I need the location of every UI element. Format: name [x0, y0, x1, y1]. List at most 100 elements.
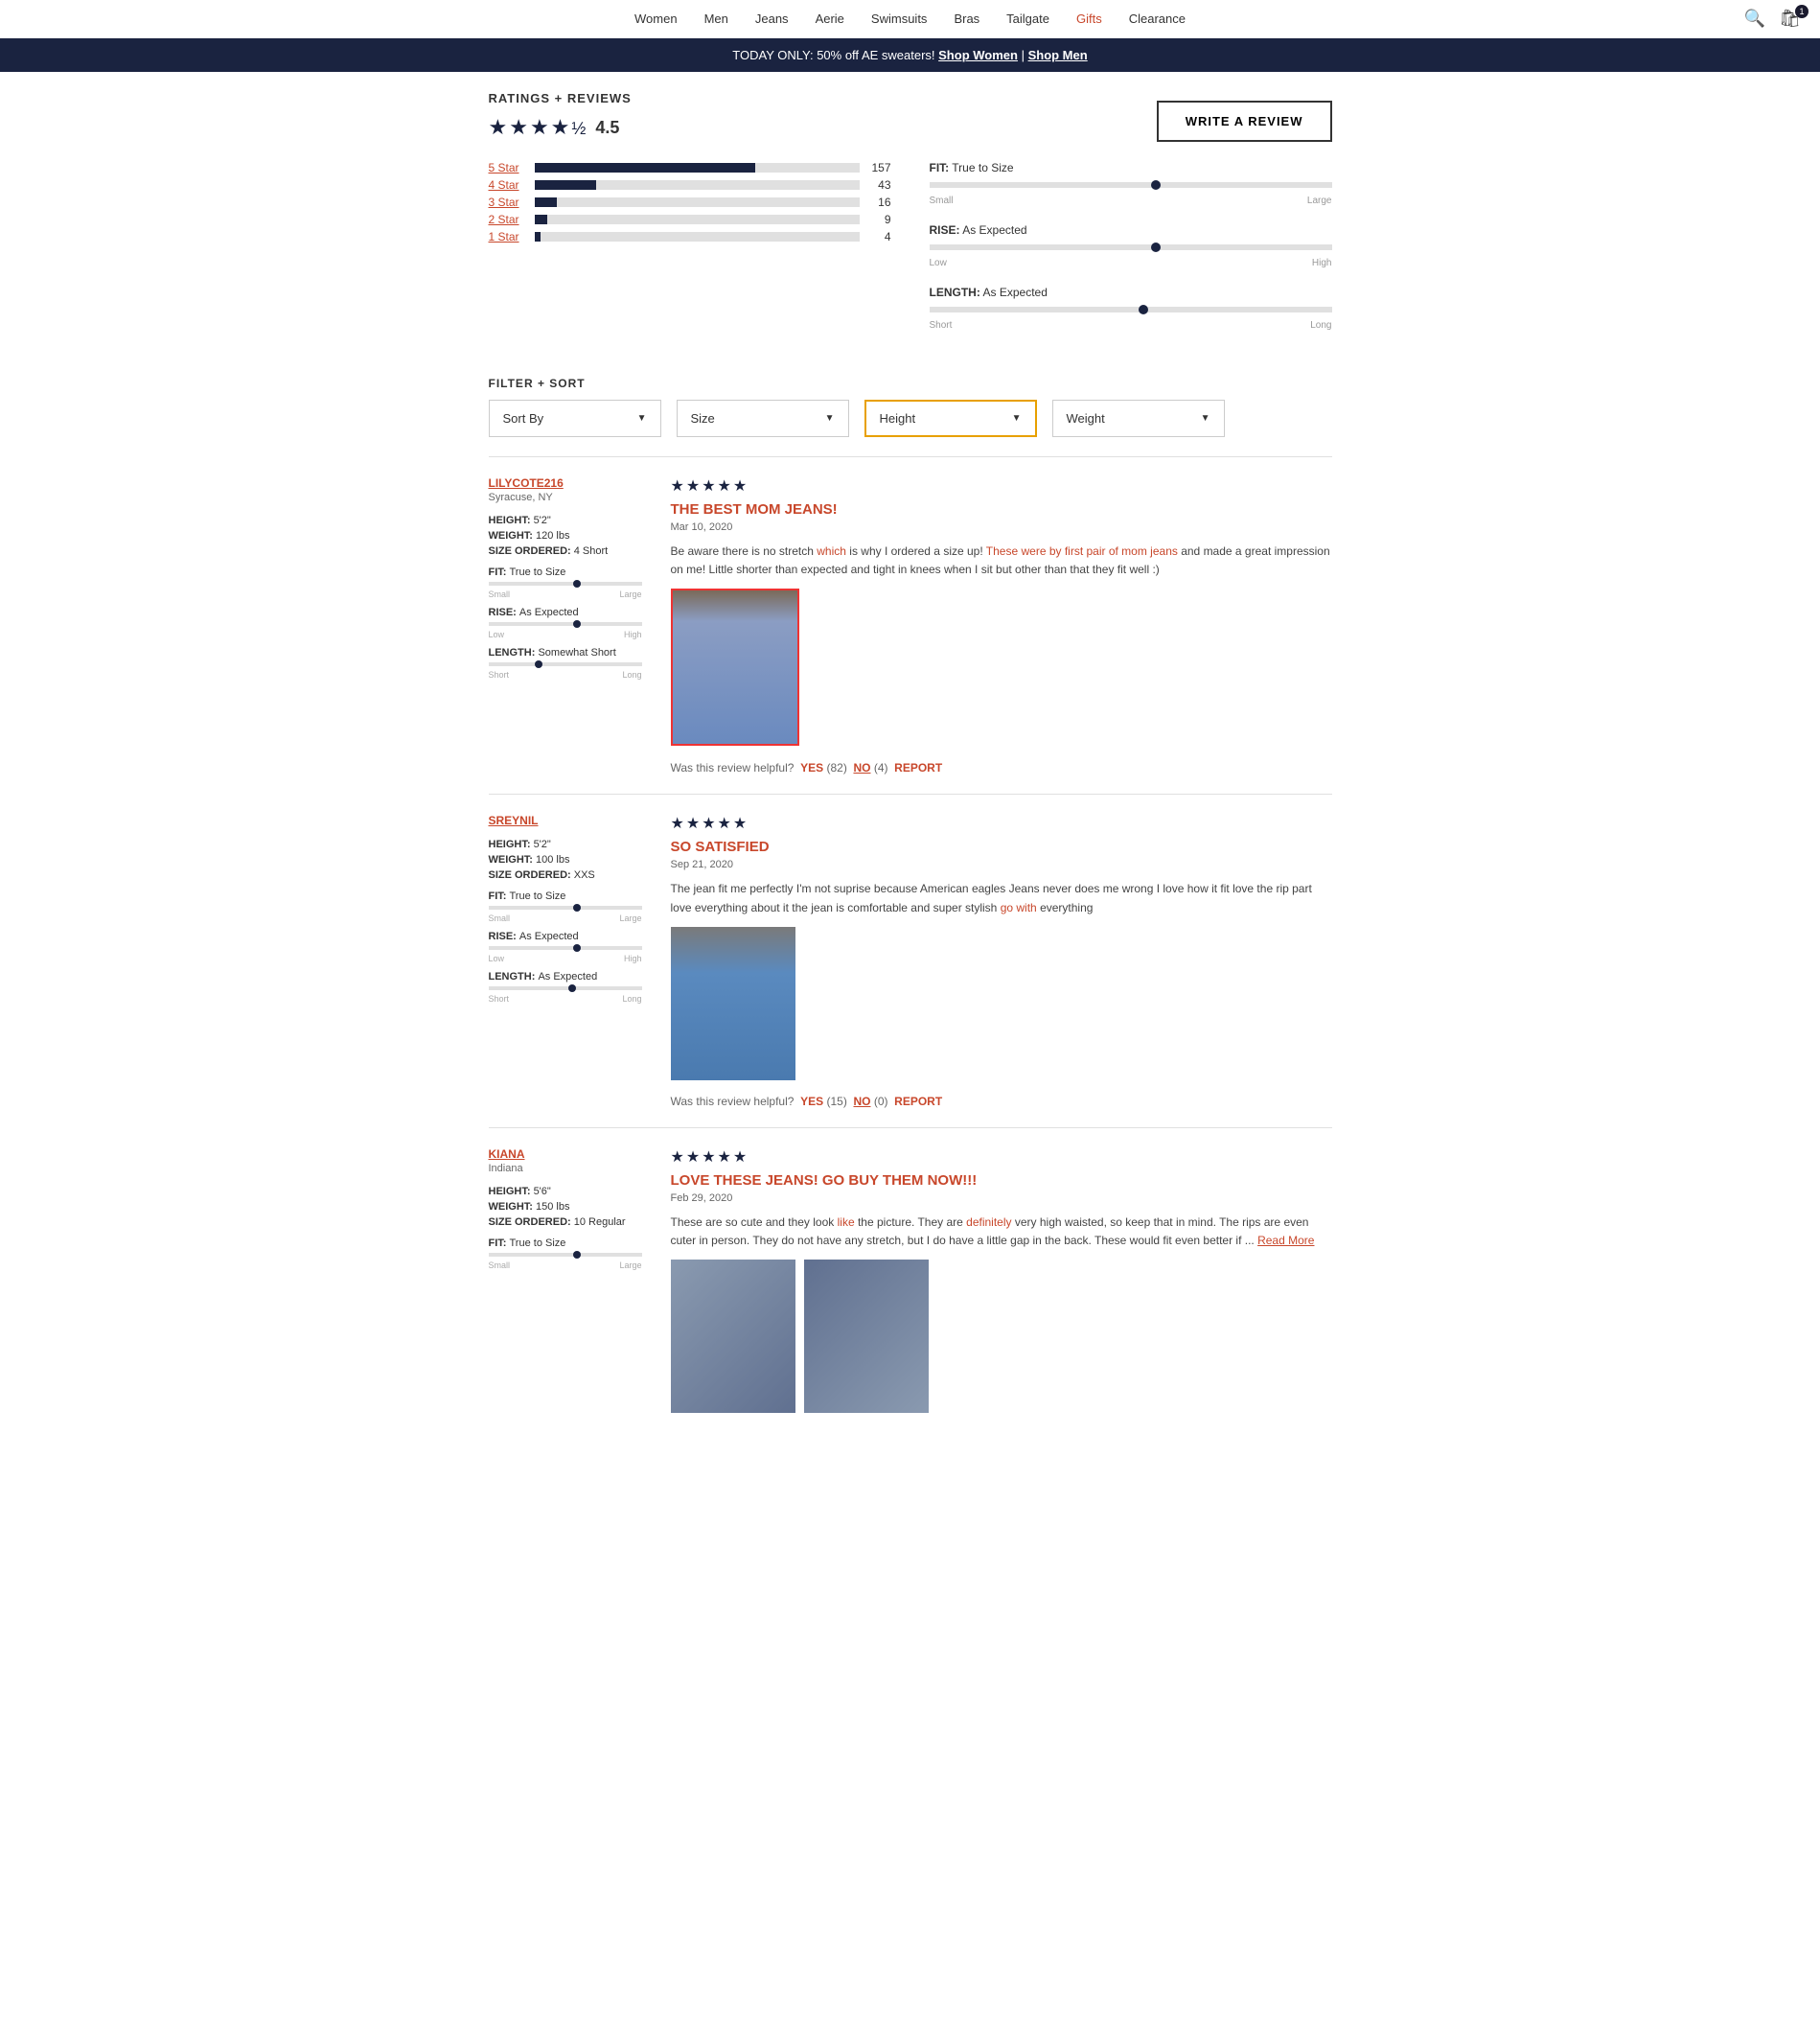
review-image-1 [673, 590, 797, 744]
reviewer-height-3: HEIGHT: 5'6" [489, 1186, 642, 1197]
helpful-no-2[interactable]: NO [853, 1095, 870, 1108]
size-label: Size [691, 411, 715, 426]
star-label-5[interactable]: 5 Star [489, 161, 527, 174]
bar-fill-2 [535, 215, 548, 224]
reviewer-fit-val-3: True to Size [510, 1237, 566, 1249]
nav-men[interactable]: Men [704, 12, 728, 26]
review-image-wrap-1[interactable] [671, 589, 799, 746]
reviewer-name-3[interactable]: KIANA [489, 1147, 642, 1161]
review-title-2: SO SATISFIED [671, 839, 1332, 855]
ratings-left: RATINGS + REVIEWS ★★★★½ 4.5 [489, 91, 632, 140]
bar-count-2: 9 [867, 213, 891, 226]
divider-2 [489, 1127, 1332, 1128]
helpful-no-count-2: (0) [874, 1095, 888, 1108]
reviewer-rise-row-1: RISE: As Expected LowHigh [489, 607, 642, 639]
star-label-2[interactable]: 2 Star [489, 213, 527, 226]
star-label-1[interactable]: 1 Star [489, 230, 527, 243]
bar-count-4: 43 [867, 178, 891, 192]
nav-gifts[interactable]: Gifts [1076, 12, 1102, 26]
sort-by-dropdown[interactable]: Sort By ▼ [489, 400, 661, 437]
helpful-row-1: Was this review helpful? YES (82) NO (4)… [671, 761, 1332, 775]
promo-link-men[interactable]: Shop Men [1028, 48, 1088, 62]
bar-bg-1 [535, 232, 860, 242]
review-image-plain-2-wrap [671, 927, 1332, 1083]
reviewer-height-val-3: 5'6" [534, 1186, 551, 1197]
reviewer-name-2[interactable]: SREYNIL [489, 814, 642, 827]
length-right: Long [1310, 320, 1331, 331]
nav-clearance[interactable]: Clearance [1129, 12, 1186, 26]
star-label-4[interactable]: 4 Star [489, 178, 527, 192]
size-dropdown[interactable]: Size ▼ [677, 400, 849, 437]
helpful-no-1[interactable]: NO [853, 761, 870, 775]
report-link-1[interactable]: REPORT [894, 761, 942, 775]
bar-count-5: 157 [867, 161, 891, 174]
review-image-3a[interactable] [671, 1260, 795, 1413]
reviewer-rise-val-2: As Expected [519, 931, 579, 942]
bar-bg-3 [535, 197, 860, 207]
fit-slider-dot [1151, 180, 1161, 190]
read-more-link-3[interactable]: Read More [1257, 1234, 1314, 1247]
review-date-2: Sep 21, 2020 [671, 859, 1332, 870]
reviewer-fit-row-1: FIT: True to Size SmallLarge [489, 567, 642, 599]
height-chevron: ▼ [1012, 413, 1022, 424]
star-label-3[interactable]: 3 Star [489, 196, 527, 209]
review-body-1: ★★★★★ THE BEST MOM JEANS! Mar 10, 2020 B… [671, 476, 1332, 775]
overall-stars: ★★★★½ 4.5 [489, 115, 632, 140]
rise-slider-dot [1151, 243, 1161, 252]
review-title-3: LOVE THESE JEANS! GO BUY THEM NOW!!! [671, 1172, 1332, 1189]
reviewer-name-1[interactable]: LILYCOTE216 [489, 476, 642, 490]
fit-metric-length: LENGTH: As Expected Short Long [930, 286, 1332, 331]
rise-slider-track [930, 244, 1332, 250]
helpful-yes-1[interactable]: YES [800, 761, 823, 775]
star-row-2: 2 Star 9 [489, 213, 891, 226]
fit-value: True to Size [952, 161, 1013, 174]
search-icon[interactable]: 🔍 [1744, 9, 1765, 29]
cart-count: 1 [1795, 5, 1808, 18]
reviewer-weight-3: WEIGHT: 150 lbs [489, 1201, 642, 1213]
reviewer-weight-1: WEIGHT: 120 lbs [489, 530, 642, 542]
fit-slider-ends: Small Large [930, 196, 1332, 206]
nav-women[interactable]: Women [634, 12, 678, 26]
overall-score: 4.5 [595, 118, 619, 138]
promo-text: TODAY ONLY: 50% off AE sweaters! [732, 48, 938, 62]
reviewer-location-3: Indiana [489, 1163, 642, 1174]
reviewer-fit-3: FIT: True to Size SmallLarge [489, 1237, 642, 1270]
helpful-yes-2[interactable]: YES [800, 1095, 823, 1108]
length-value: As Expected [983, 286, 1048, 299]
promo-banner: TODAY ONLY: 50% off AE sweaters! Shop Wo… [0, 38, 1820, 72]
nav-aerie[interactable]: Aerie [816, 12, 844, 26]
star-row-1: 1 Star 4 [489, 230, 891, 243]
review-image-2[interactable] [671, 927, 795, 1080]
reviewer-info-1: LILYCOTE216 Syracuse, NY HEIGHT: 5'2" WE… [489, 476, 642, 775]
reviewer-height-val-2: 5'2" [534, 839, 551, 850]
reviewer-weight-val-2: 100 lbs [536, 854, 569, 866]
promo-link-women[interactable]: Shop Women [938, 48, 1018, 62]
ratings-header: RATINGS + REVIEWS ★★★★½ 4.5 WRITE A REVI… [489, 91, 1332, 142]
nav-swimsuits[interactable]: Swimsuits [871, 12, 928, 26]
nav-bras[interactable]: Bras [954, 12, 979, 26]
length-slider-dot [1139, 305, 1148, 314]
review-body-2: ★★★★★ SO SATISFIED Sep 21, 2020 The jean… [671, 814, 1332, 1107]
cart-icon[interactable]: 🛍1 [1779, 9, 1801, 29]
reviewer-length-row-1: LENGTH: Somewhat Short ShortLong [489, 647, 642, 680]
write-review-button[interactable]: WRITE A REVIEW [1157, 101, 1332, 142]
rise-value: As Expected [962, 223, 1026, 237]
reviewer-fit-2: FIT: True to Size SmallLarge RISE: As Ex… [489, 890, 642, 1004]
reviewer-weight-val-3: 150 lbs [536, 1201, 569, 1213]
fit-label-rise: RISE: As Expected [930, 223, 1332, 237]
sort-by-chevron: ▼ [637, 413, 647, 424]
reviewer-location-1: Syracuse, NY [489, 492, 642, 503]
nav-jeans[interactable]: Jeans [755, 12, 789, 26]
helpful-yes-count-1: (82) [826, 761, 846, 775]
review-stars-1: ★★★★★ [671, 476, 1332, 496]
reviewer-fit-val-1: True to Size [510, 567, 566, 578]
review-image-3b[interactable] [804, 1260, 929, 1413]
nav-tailgate[interactable]: Tailgate [1006, 12, 1049, 26]
report-link-2[interactable]: REPORT [894, 1095, 942, 1108]
review-images-3-wrap [671, 1260, 1332, 1416]
ratings-title: RATINGS + REVIEWS [489, 91, 632, 105]
weight-dropdown[interactable]: Weight ▼ [1052, 400, 1225, 437]
height-dropdown[interactable]: Height ▼ [864, 400, 1037, 437]
helpful-yes-count-2: (15) [826, 1095, 846, 1108]
rise-slider-ends: Low High [930, 258, 1332, 268]
